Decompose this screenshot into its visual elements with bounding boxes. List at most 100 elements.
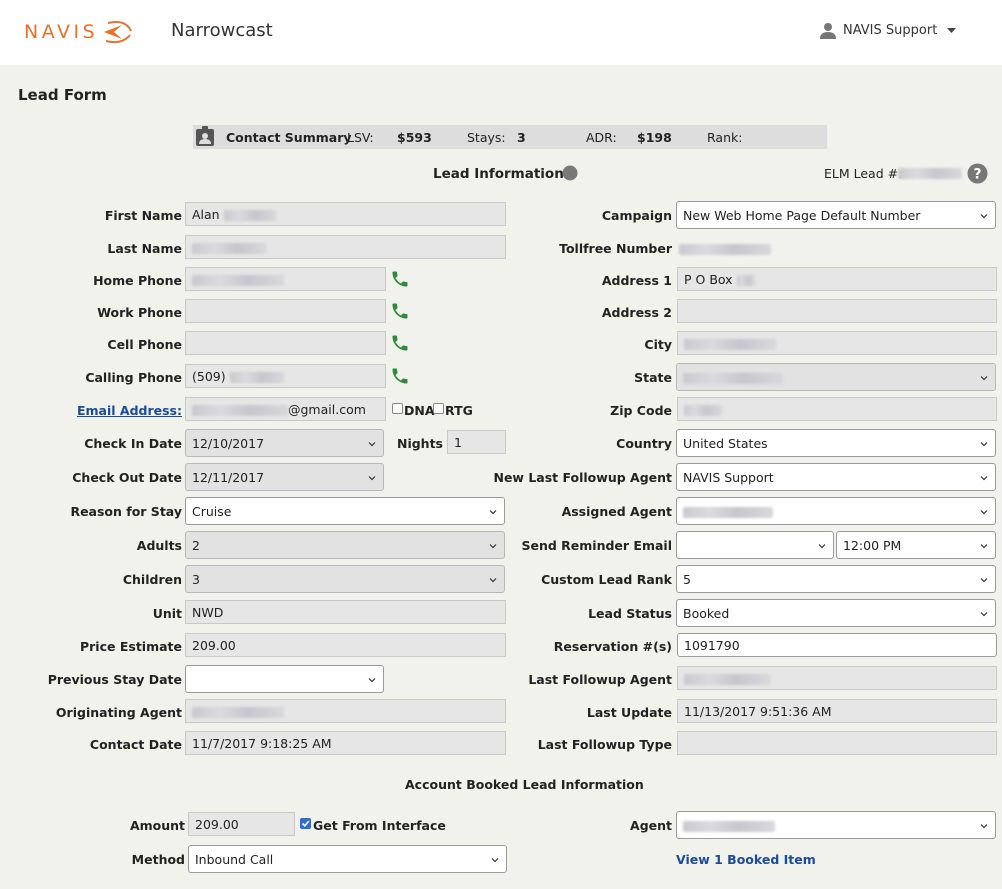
phone-icon[interactable] — [390, 301, 410, 321]
chevron-down-icon — [818, 544, 826, 549]
email-address-link[interactable]: Email Address: — [77, 403, 182, 418]
last-followup-agent-input[interactable] — [677, 666, 997, 690]
work-phone-label: Work Phone — [97, 305, 182, 320]
chevron-down-icon — [980, 376, 988, 381]
calling-phone-input[interactable]: (509) — [185, 364, 386, 388]
booked-section-title: Account Booked Lead Information — [405, 777, 644, 792]
check-out-select[interactable]: 12/11/2017 — [185, 463, 384, 491]
lsv-value: $593 — [397, 130, 432, 145]
view-booked-item-link[interactable]: View 1 Booked Item — [676, 852, 816, 867]
reminder-label: Send Reminder Email — [521, 538, 672, 553]
address1-input[interactable]: P O Box — [677, 267, 997, 291]
phone-icon[interactable] — [390, 333, 410, 353]
state-select[interactable] — [676, 363, 996, 391]
help-icon[interactable]: ? — [967, 163, 988, 184]
amount-input[interactable]: 209.00 — [188, 812, 295, 836]
booked-agent-select[interactable] — [676, 811, 996, 839]
dna-checkbox[interactable] — [392, 403, 403, 414]
reminder-time-select[interactable]: 12:00 PM — [836, 531, 996, 559]
booked-agent-label: Agent — [630, 818, 672, 833]
amount-label: Amount — [129, 818, 185, 833]
status-dot-icon — [562, 165, 578, 181]
contact-card-icon — [196, 126, 214, 146]
email-input[interactable]: @gmail.com — [185, 397, 386, 421]
user-icon — [820, 23, 836, 39]
check-in-select[interactable]: 12/10/2017 — [185, 429, 384, 457]
lead-status-select[interactable]: Booked — [676, 599, 996, 627]
last-update-label: Last Update — [586, 705, 672, 720]
zip-input[interactable] — [677, 397, 997, 421]
get-from-interface-checkbox[interactable] — [300, 818, 311, 829]
elm-lead-label: ELM Lead #: — [824, 166, 903, 181]
nights-label: Nights — [396, 436, 443, 451]
adults-select[interactable]: 2 — [185, 531, 505, 559]
user-name: NAVIS Support — [843, 23, 938, 38]
city-input[interactable] — [677, 331, 997, 355]
contact-date-input[interactable]: 11/7/2017 9:18:25 AM — [185, 731, 506, 755]
last-followup-agent-label: Last Followup Agent — [528, 672, 672, 687]
chevron-down-icon — [980, 578, 988, 583]
lead-info-title: Lead Information — [433, 166, 564, 182]
adults-label: Adults — [136, 538, 182, 553]
adr-value: $198 — [637, 130, 672, 145]
prev-stay-select[interactable] — [185, 665, 384, 693]
last-update-input[interactable]: 11/13/2017 9:51:36 AM — [677, 699, 997, 723]
last-name-input[interactable] — [185, 235, 506, 259]
logo-text: NAVIS — [24, 21, 99, 43]
nights-input[interactable]: 1 — [447, 430, 506, 454]
price-input[interactable]: 209.00 — [185, 633, 506, 657]
reason-select[interactable]: Cruise — [185, 497, 505, 525]
custom-rank-select[interactable]: 5 — [676, 565, 996, 593]
adr-label: ADR: — [586, 130, 617, 145]
assigned-agent-select[interactable] — [676, 497, 996, 525]
cell-phone-label: Cell Phone — [107, 337, 182, 352]
stays-label: Stays: — [467, 130, 506, 145]
first-name-label: First Name — [104, 208, 182, 223]
country-select[interactable]: United States — [676, 429, 996, 457]
chevron-down-icon — [489, 544, 497, 549]
orig-agent-input[interactable] — [185, 699, 506, 723]
svg-text:?: ? — [973, 167, 981, 183]
last-name-label: Last Name — [107, 241, 182, 256]
contact-date-label: Contact Date — [89, 737, 182, 752]
elm-lead-value — [898, 168, 962, 179]
get-from-interface-label: Get From Interface — [313, 818, 446, 833]
cell-phone-input[interactable] — [185, 331, 386, 355]
address2-input[interactable] — [677, 299, 997, 323]
chevron-down-icon — [489, 578, 497, 583]
chevron-down-icon — [368, 476, 376, 481]
last-followup-type-input[interactable] — [677, 731, 997, 755]
first-name-input[interactable]: Alan — [185, 202, 506, 226]
state-label: State — [634, 370, 672, 385]
lsv-label: LSV: — [347, 130, 374, 145]
tollfree-value — [679, 244, 771, 255]
method-select[interactable]: Inbound Call — [188, 845, 507, 873]
children-select[interactable]: 3 — [185, 565, 505, 593]
unit-input[interactable]: NWD — [185, 600, 506, 624]
price-label: Price Estimate — [79, 639, 182, 654]
chevron-down-icon — [947, 27, 957, 33]
city-label: City — [644, 337, 672, 352]
user-menu[interactable]: NAVIS Support — [820, 22, 957, 39]
navis-logo[interactable]: NAVIS — [24, 16, 134, 48]
custom-rank-label: Custom Lead Rank — [541, 572, 672, 587]
campaign-label: Campaign — [601, 208, 672, 223]
check-out-label: Check Out Date — [72, 470, 182, 485]
rtg-label: RTG — [445, 403, 473, 418]
assigned-agent-label: Assigned Agent — [561, 504, 672, 519]
phone-icon[interactable] — [390, 269, 410, 289]
reminder-date-select[interactable] — [676, 531, 834, 559]
home-phone-input[interactable] — [185, 267, 386, 291]
new-followup-select[interactable]: NAVIS Support — [676, 463, 996, 491]
address2-label: Address 2 — [601, 305, 672, 320]
chevron-down-icon — [980, 824, 988, 829]
tollfree-label: Tollfree Number — [559, 241, 672, 256]
phone-icon[interactable] — [390, 366, 410, 386]
reservation-input[interactable]: 1091790 — [677, 633, 997, 657]
chevron-down-icon — [368, 442, 376, 447]
rtg-checkbox[interactable] — [433, 403, 444, 414]
campaign-select[interactable]: New Web Home Page Default Number — [676, 201, 996, 229]
country-label: Country — [616, 436, 672, 451]
check-in-label: Check In Date — [84, 436, 182, 451]
work-phone-input[interactable] — [185, 299, 386, 323]
